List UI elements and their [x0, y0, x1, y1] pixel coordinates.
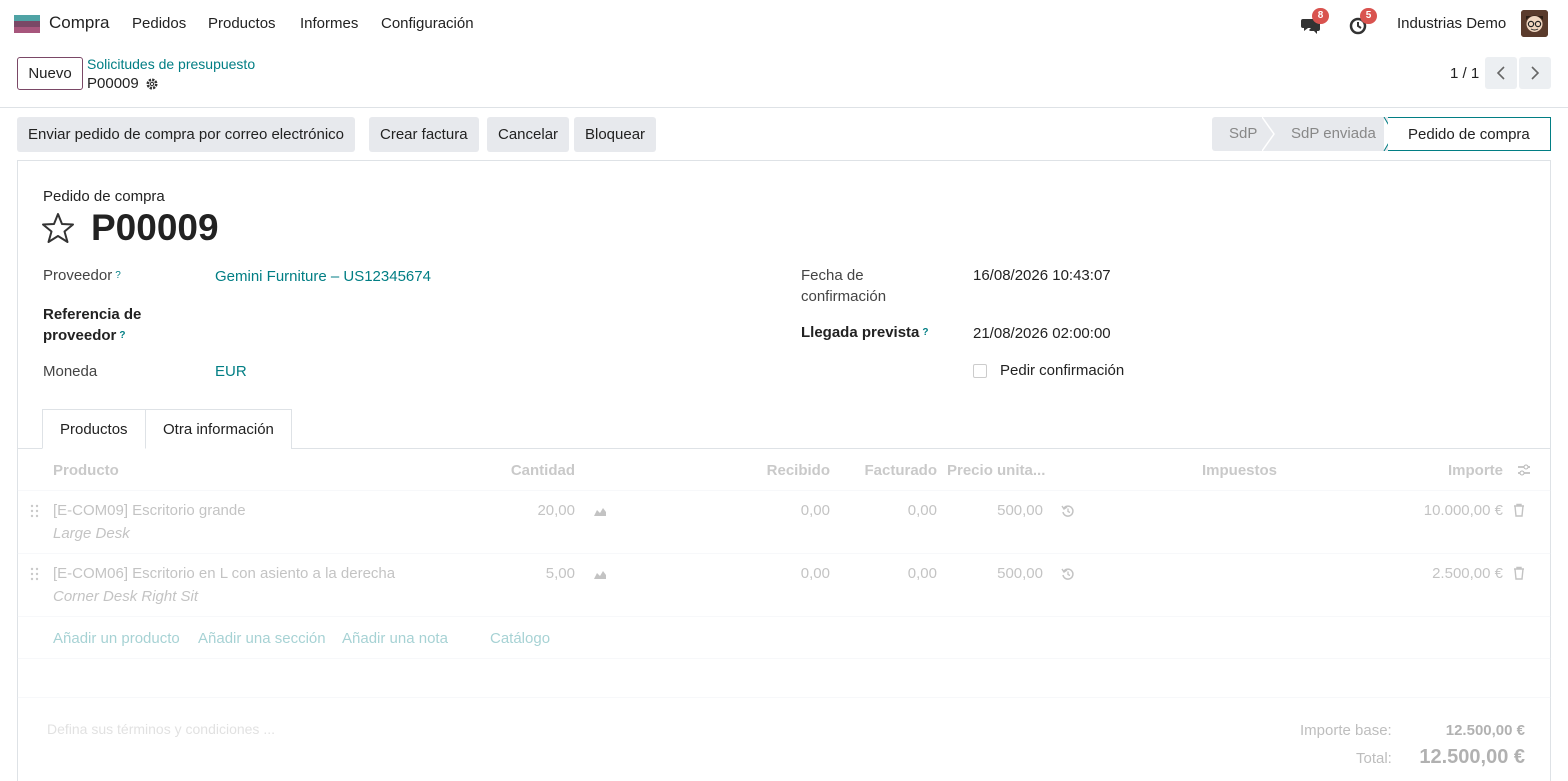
- line-quantity[interactable]: 5,00: [475, 565, 575, 582]
- app-name[interactable]: Compra: [49, 13, 109, 33]
- menu-pedidos[interactable]: Pedidos: [132, 15, 186, 32]
- confirmation-date-label: Fecha de confirmación: [801, 267, 887, 305]
- currency-field[interactable]: EUR: [215, 363, 247, 380]
- menu-productos[interactable]: Productos: [208, 15, 276, 32]
- expected-arrival-label: Llegada prevista?: [801, 324, 929, 341]
- page-title: P00009: [91, 207, 219, 248]
- pager-value[interactable]: 1 / 1: [1450, 65, 1479, 82]
- vendor-reference-label: Referencia de proveedor?: [43, 306, 142, 344]
- expected-arrival-field[interactable]: 21/08/2026 02:00:00: [973, 325, 1111, 342]
- expected-arrival-help-icon[interactable]: ?: [922, 327, 928, 338]
- control-panel-divider: [0, 107, 1568, 108]
- line-product[interactable]: [E-COM06] Escritorio en L con asiento a …: [53, 565, 395, 582]
- column-header-amount[interactable]: Importe: [1403, 462, 1503, 479]
- tab-other-info[interactable]: Otra información: [146, 409, 292, 449]
- add-product-link[interactable]: Añadir un producto: [53, 630, 180, 647]
- column-header-unit-price[interactable]: Precio unita...: [947, 462, 1045, 479]
- line-amount: 10.000,00 €: [1423, 502, 1503, 519]
- new-button[interactable]: Nuevo: [17, 57, 83, 90]
- total-value: 12.500,00 €: [1419, 746, 1525, 768]
- column-header-invoiced[interactable]: Facturado: [837, 462, 937, 479]
- history-icon[interactable]: [1061, 504, 1075, 518]
- line-received: 0,00: [800, 565, 830, 582]
- activities-badge: 5: [1360, 8, 1377, 24]
- apps-menu-icon[interactable]: [14, 15, 40, 33]
- optional-columns-icon[interactable]: [1517, 463, 1531, 477]
- vendor-field[interactable]: Gemini Furniture – US12345674: [215, 268, 431, 285]
- row-divider: [17, 658, 1551, 659]
- pager-previous-button[interactable]: [1485, 57, 1517, 89]
- record-name: P00009: [87, 75, 139, 92]
- company-switcher[interactable]: Industrias Demo: [1397, 15, 1506, 32]
- ask-confirmation-checkbox[interactable]: [973, 364, 987, 378]
- line-description[interactable]: Corner Desk Right Sit: [53, 588, 198, 605]
- pager-next-button[interactable]: [1519, 57, 1551, 89]
- vendor-label: Proveedor?: [43, 267, 121, 284]
- forecast-chart-icon[interactable]: [593, 567, 607, 581]
- row-divider: [17, 616, 1551, 617]
- drag-handle-icon[interactable]: [28, 567, 42, 581]
- untaxed-amount-label: Importe base:: [1300, 722, 1392, 739]
- line-unit-price[interactable]: 500,00: [943, 502, 1043, 519]
- create-invoice-button[interactable]: Crear factura: [369, 117, 479, 152]
- tab-products[interactable]: Productos: [42, 409, 146, 449]
- catalog-button[interactable]: Catálogo: [490, 630, 550, 647]
- trash-icon[interactable]: [1512, 503, 1526, 517]
- line-product[interactable]: [E-COM09] Escritorio grande: [53, 502, 246, 519]
- column-header-product[interactable]: Producto: [53, 462, 119, 479]
- column-header-received[interactable]: Recibido: [730, 462, 830, 479]
- ask-confirmation-label: Pedir confirmación: [1000, 362, 1125, 379]
- confirmation-date-field[interactable]: 16/08/2026 10:43:07: [973, 267, 1111, 284]
- chevron-left-icon: [1496, 66, 1505, 80]
- avatar-image: [1521, 10, 1548, 37]
- stage-separators: [1262, 117, 1394, 151]
- menu-configuracion[interactable]: Configuración: [381, 15, 474, 32]
- lock-button[interactable]: Bloquear: [574, 117, 657, 152]
- menu-informes[interactable]: Informes: [300, 15, 358, 32]
- drag-handle-icon[interactable]: [28, 504, 42, 518]
- trash-icon[interactable]: [1512, 566, 1526, 580]
- messages-button[interactable]: 8: [1300, 8, 1329, 36]
- stage-purchase-order[interactable]: Pedido de compra: [1388, 117, 1551, 151]
- top-navbar: Compra Pedidos Productos Informes Config…: [0, 0, 1568, 48]
- header-row-divider: [17, 490, 1551, 491]
- breadcrumb-rfq-link[interactable]: Solicitudes de presupuesto: [87, 56, 255, 72]
- line-quantity[interactable]: 20,00: [475, 502, 575, 519]
- activities-button[interactable]: 5: [1348, 8, 1377, 36]
- add-section-link[interactable]: Añadir una sección: [198, 630, 326, 647]
- line-invoiced: 0,00: [907, 565, 937, 582]
- add-note-link[interactable]: Añadir una nota: [342, 630, 448, 647]
- vendor-reference-help-icon[interactable]: ?: [119, 330, 125, 341]
- history-icon[interactable]: [1061, 567, 1075, 581]
- user-avatar[interactable]: [1521, 10, 1548, 37]
- line-received: 0,00: [800, 502, 830, 519]
- vendor-reference-field[interactable]: [215, 314, 715, 336]
- gear-icon[interactable]: [145, 77, 159, 91]
- column-header-taxes[interactable]: Impuestos: [1202, 462, 1277, 479]
- column-header-quantity[interactable]: Cantidad: [475, 462, 575, 479]
- star-icon[interactable]: [41, 211, 75, 245]
- messages-badge: 8: [1312, 8, 1329, 24]
- send-po-email-button[interactable]: Enviar pedido de compra por correo elect…: [17, 117, 356, 152]
- row-divider: [17, 697, 1551, 698]
- line-description[interactable]: Large Desk: [53, 525, 130, 542]
- line-amount: 2.500,00 €: [1432, 565, 1503, 582]
- chevron-right-icon: [1531, 66, 1540, 80]
- line-unit-price[interactable]: 500,00: [943, 565, 1043, 582]
- forecast-chart-icon[interactable]: [593, 504, 607, 518]
- terms-conditions-field[interactable]: Defina sus términos y condiciones ...: [47, 721, 275, 737]
- untaxed-amount-value: 12.500,00 €: [1445, 722, 1525, 739]
- line-invoiced: 0,00: [907, 502, 937, 519]
- row-divider: [17, 553, 1551, 554]
- vendor-help-icon[interactable]: ?: [115, 270, 121, 281]
- breadcrumb-current: P00009: [87, 75, 159, 92]
- cancel-button[interactable]: Cancelar: [487, 117, 570, 152]
- document-type-label: Pedido de compra: [43, 188, 165, 205]
- currency-label: Moneda: [43, 363, 98, 380]
